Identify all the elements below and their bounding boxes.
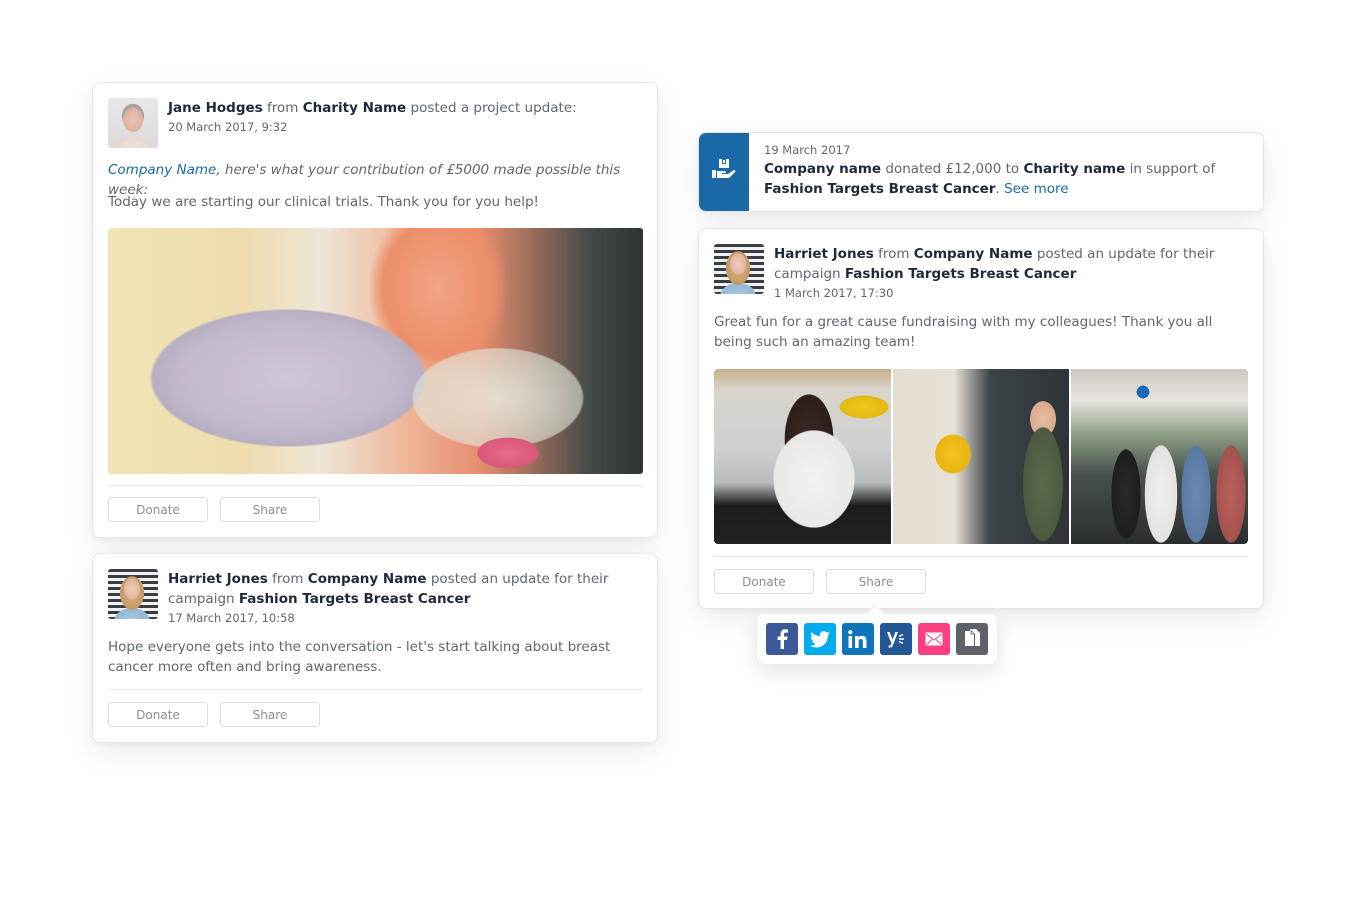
post-byline: Harriet Jones from Company Name posted a…	[774, 244, 1248, 302]
avatar[interactable]	[714, 244, 764, 294]
photo-gallery	[714, 369, 1248, 544]
from-label: from	[878, 246, 910, 262]
post-byline: Harriet Jones from Company Name posted a…	[168, 569, 642, 627]
share-facebook-button[interactable]	[766, 623, 798, 655]
notice-date: 19 March 2017	[764, 143, 851, 157]
from-label: from	[267, 100, 299, 116]
organisation-name[interactable]: Company Name	[308, 571, 427, 587]
donate-button[interactable]: Donate	[108, 702, 208, 727]
donate-button[interactable]: Donate	[108, 497, 208, 522]
post-body: Today we are starting our clinical trial…	[108, 194, 539, 210]
campaign-update-card: Harriet Jones from Company Name posted a…	[698, 228, 1264, 609]
post-timestamp: 20 March 2017, 9:32	[168, 120, 288, 134]
donation-verb: donated £12,000 to	[885, 161, 1020, 177]
post-body: Great fun for a great cause fundraising …	[714, 314, 1213, 350]
share-linkedin-button[interactable]	[842, 623, 874, 655]
post-image	[108, 228, 643, 474]
gallery-image[interactable]	[1071, 369, 1248, 544]
project-update-card: Jane Hodges from Charity Name posted a p…	[92, 82, 658, 538]
share-copy-button[interactable]	[956, 623, 988, 655]
post-actions: Donate Share	[714, 569, 926, 594]
post-byline: Jane Hodges from Charity Name posted a p…	[168, 98, 577, 136]
post-timestamp: 1 March 2017, 17:30	[774, 286, 894, 300]
share-button[interactable]: Share	[220, 497, 320, 522]
twitter-icon	[810, 630, 830, 648]
donor-name[interactable]: Company name	[764, 161, 881, 177]
share-button[interactable]: Share	[826, 569, 926, 594]
see-more-link[interactable]: See more	[1004, 181, 1068, 197]
divider	[108, 689, 642, 690]
divider	[714, 556, 1248, 557]
period: .	[995, 181, 1000, 197]
support-phrase: in support of	[1129, 161, 1216, 177]
organisation-name[interactable]: Company Name	[914, 246, 1033, 262]
donation-hand-icon	[712, 159, 736, 185]
campaign-name[interactable]: Fashion Targets Breast Cancer	[239, 591, 471, 607]
avatar[interactable]	[108, 98, 158, 148]
post-timestamp: 17 March 2017, 10:58	[168, 611, 295, 625]
gallery-image[interactable]	[714, 369, 891, 544]
yammer-icon	[886, 630, 906, 648]
share-twitter-button[interactable]	[804, 623, 836, 655]
post-body: Hope everyone gets into the conversation…	[108, 639, 611, 675]
share-email-button[interactable]	[918, 623, 950, 655]
campaign-name[interactable]: Fashion Targets Breast Cancer	[764, 181, 996, 197]
campaign-name[interactable]: Fashion Targets Breast Cancer	[845, 266, 1077, 282]
facebook-icon	[775, 629, 789, 649]
donation-notice: 19 March 2017 Company name donated £12,0…	[698, 132, 1264, 212]
post-actions: Donate Share	[108, 702, 320, 727]
author-name[interactable]: Jane Hodges	[168, 100, 263, 116]
avatar[interactable]	[108, 569, 158, 619]
gallery-image[interactable]	[892, 369, 1070, 544]
organisation-name[interactable]: Charity Name	[303, 100, 407, 116]
linkedin-icon	[848, 630, 868, 648]
recipient-name[interactable]: Charity name	[1023, 161, 1125, 177]
share-yammer-button[interactable]	[880, 623, 912, 655]
post-header: Harriet Jones from Company Name posted a…	[108, 569, 642, 627]
share-menu	[756, 613, 998, 665]
author-name[interactable]: Harriet Jones	[168, 571, 268, 587]
donate-button[interactable]: Donate	[714, 569, 814, 594]
from-label: from	[272, 571, 304, 587]
donation-icon-box	[699, 133, 749, 211]
notice-text: Company name donated £12,000 to Charity …	[764, 159, 1248, 199]
action-text: posted a project update:	[410, 100, 577, 116]
copy-icon	[964, 629, 980, 649]
campaign-update-card: Harriet Jones from Company Name posted a…	[92, 553, 658, 743]
author-name[interactable]: Harriet Jones	[774, 246, 874, 262]
post-header: Harriet Jones from Company Name posted a…	[714, 244, 1248, 302]
share-button[interactable]: Share	[220, 702, 320, 727]
notice-content: 19 March 2017 Company name donated £12,0…	[749, 133, 1263, 211]
post-actions: Donate Share	[108, 497, 320, 522]
email-icon	[925, 632, 943, 646]
company-link[interactable]: Company Name	[108, 162, 216, 178]
divider	[108, 485, 642, 486]
post-header: Jane Hodges from Charity Name posted a p…	[108, 98, 642, 148]
